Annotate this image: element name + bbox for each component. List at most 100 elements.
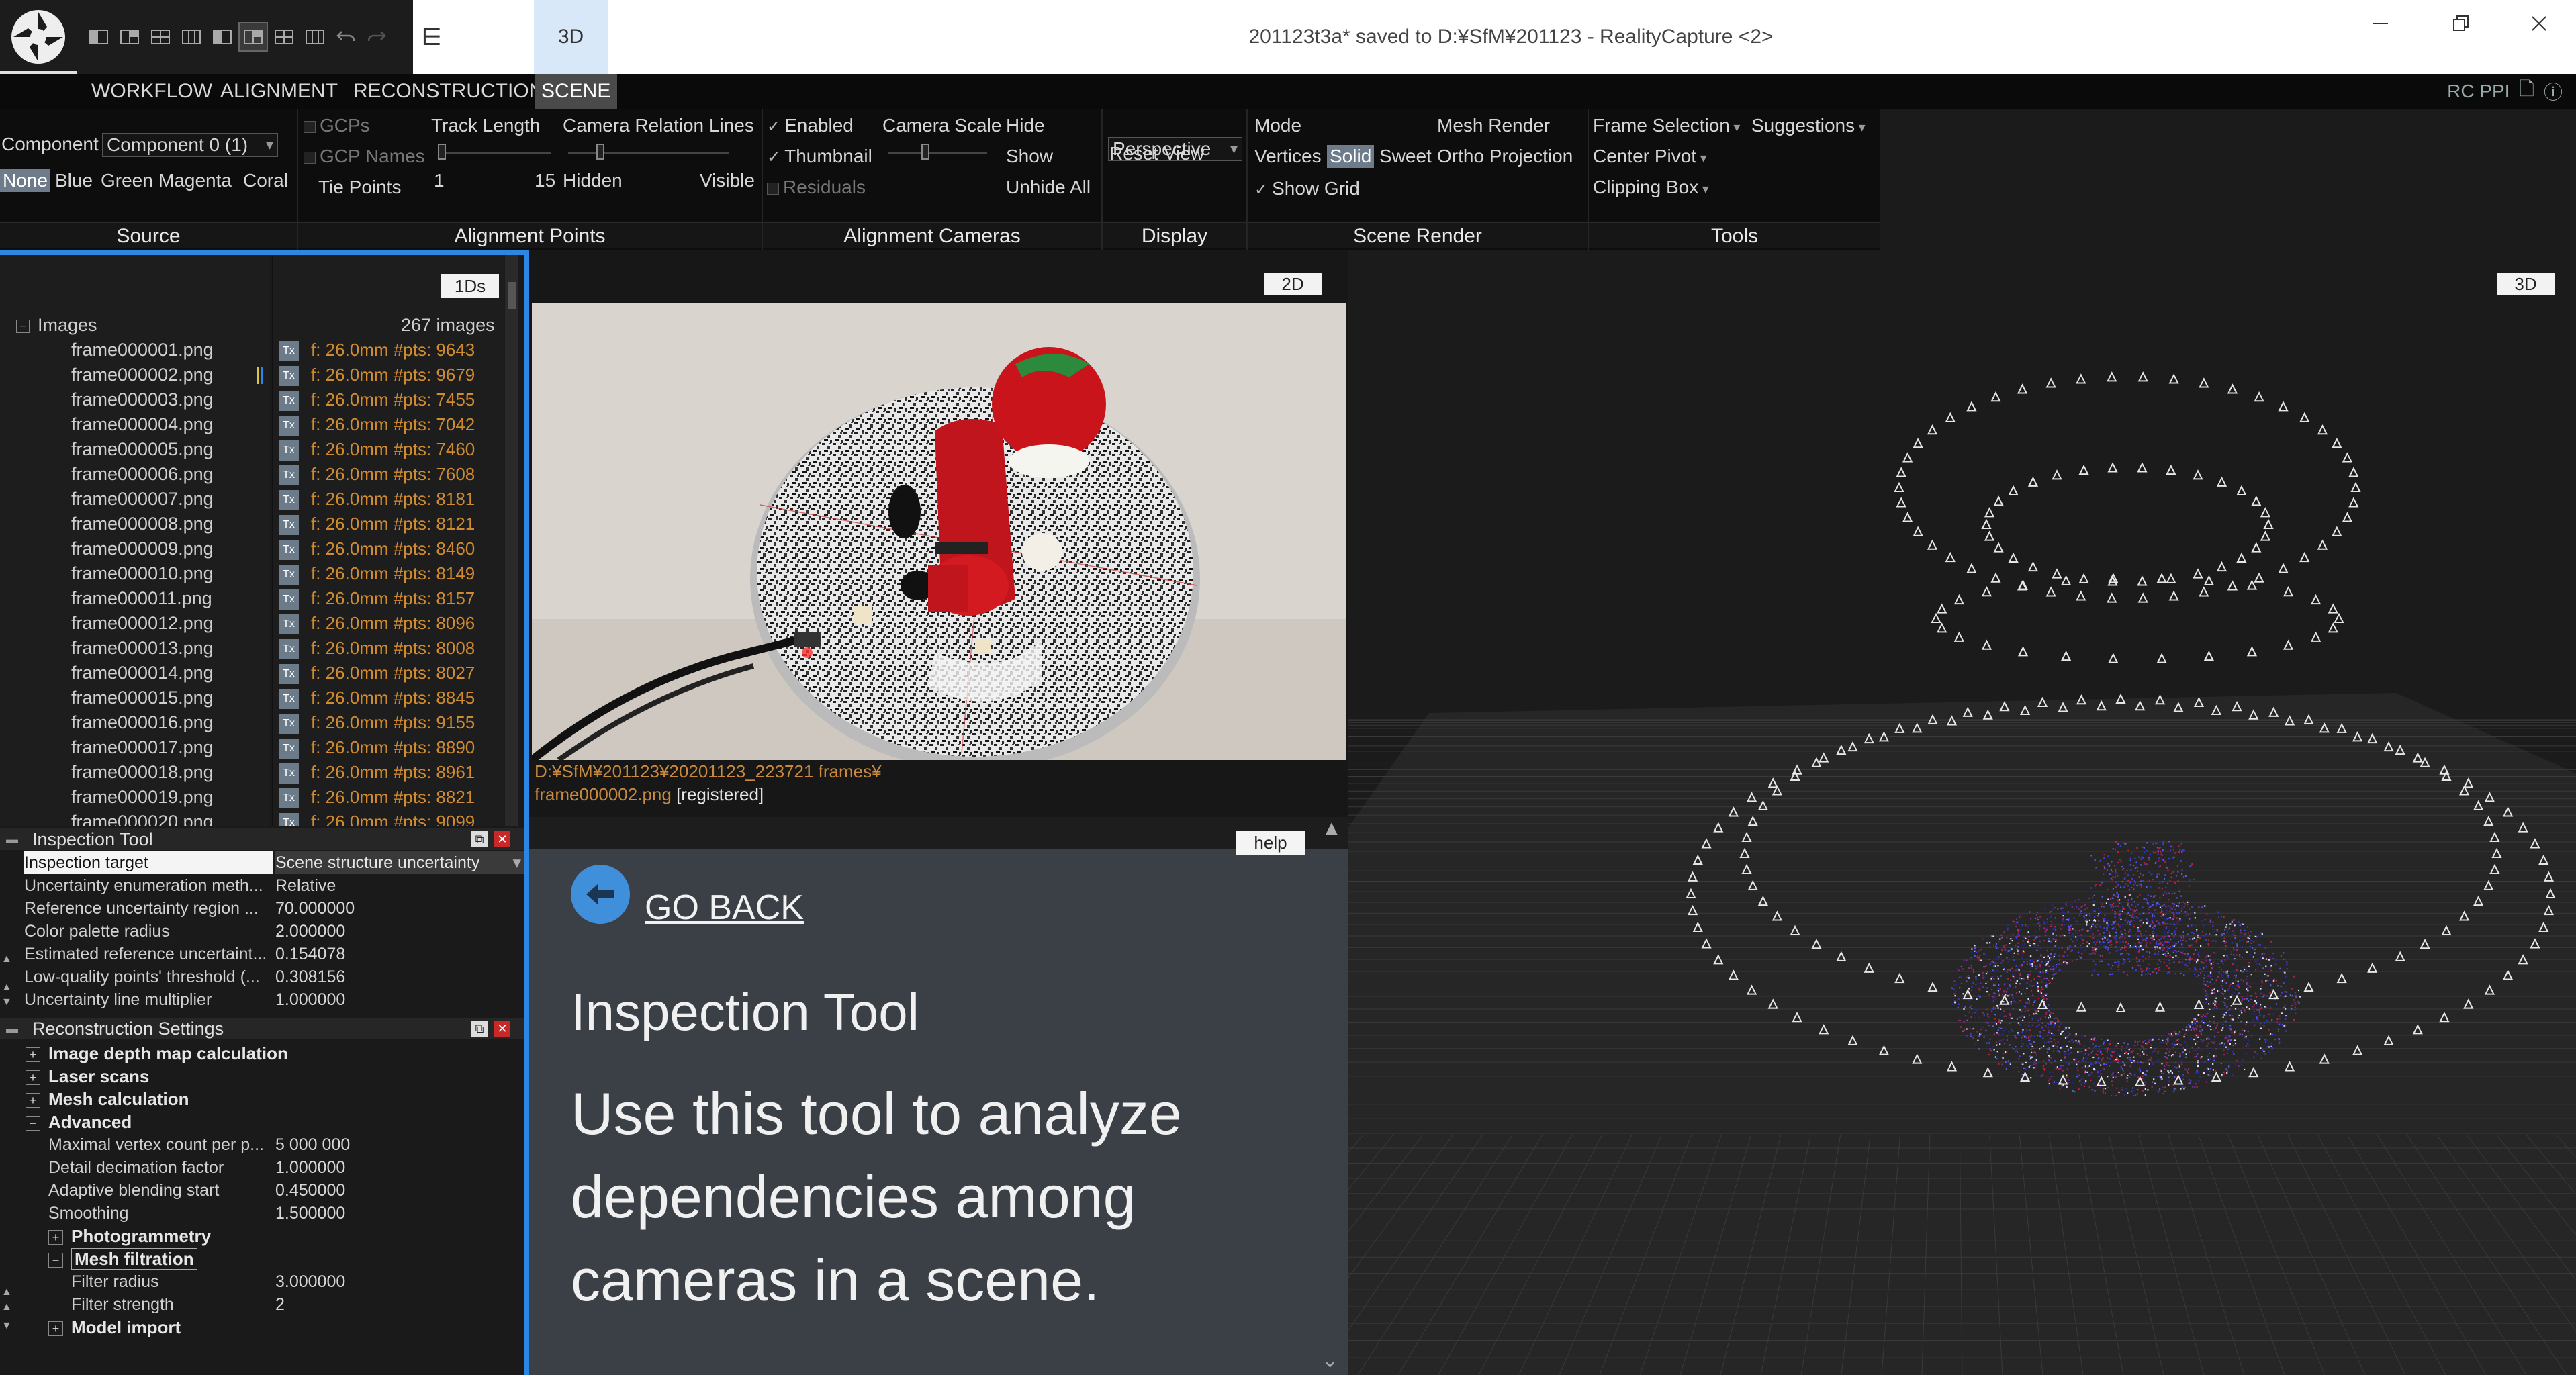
property-row[interactable]: Estimated reference uncertaint... 0.15407… [0,943,524,965]
rc-ppi-label[interactable]: RC PPI [2447,81,2510,102]
undock-icon[interactable]: ⧉ [471,1021,488,1037]
expand-icon[interactable]: + [48,1230,63,1245]
image-list-item[interactable]: frame000004.png [71,412,214,437]
scroll-down-icon[interactable]: ⌄ [1322,1349,1338,1372]
property-value[interactable]: 0.154078 [275,943,524,965]
redo-icon[interactable] [363,23,390,50]
app-logo[interactable] [0,0,77,74]
image-list-item[interactable]: frame000009.png [71,536,214,561]
color-coral-button[interactable]: Coral [243,169,288,192]
image-list-item[interactable]: frame000001.png [71,338,214,363]
property-value[interactable]: 3.000000 [275,1270,524,1293]
track-length-slider-knob[interactable] [438,144,446,160]
view-3d[interactable]: 3D [1348,250,2576,1375]
image-info-item[interactable]: Tx f: 26.0mm #pts: 9679 [273,363,475,387]
layout-3-icon[interactable] [147,23,174,50]
image-list-item[interactable]: frame000011.png [71,586,212,611]
property-value[interactable]: 0.450000 [275,1179,524,1202]
image-info-item[interactable]: Tx f: 26.0mm #pts: 8821 [273,785,475,810]
go-back-link[interactable]: GO BACK [571,861,804,928]
section-mesh-calculation[interactable]: + Mesh calculation [0,1088,524,1110]
collapse-icon[interactable]: − [48,1253,63,1268]
frame-selection-button[interactable]: Frame Selection [1593,114,1740,139]
image-list-item[interactable]: frame000008.png [71,512,214,536]
texture-icon[interactable]: Tx [279,366,299,387]
scroll-up-icon[interactable]: ▲ [1322,817,1342,840]
layout-1-icon[interactable] [85,23,112,50]
layout-2-icon[interactable] [116,23,143,50]
texture-icon[interactable]: Tx [279,391,299,412]
panel-menu-icon[interactable]: ▬ [4,1021,20,1037]
maximize-button[interactable] [2424,0,2498,47]
panel-menu-icon[interactable]: ▬ [4,831,20,847]
image-list-item[interactable]: frame000017.png [71,735,214,760]
property-row[interactable]: Maximal vertex count per p... 5 000 000 [0,1133,524,1156]
property-row[interactable]: Filter radius 3.000000 [0,1270,524,1293]
image-info-item[interactable]: Tx f: 26.0mm #pts: 8096 [273,611,475,636]
image-info-item[interactable]: Tx f: 26.0mm #pts: 8961 [273,760,475,785]
image-list-item[interactable]: frame000015.png [71,685,214,710]
minimize-button[interactable] [2344,0,2418,47]
property-value[interactable]: 1.000000 [275,1156,524,1179]
enabled-toggle[interactable]: ✓ Enabled [767,114,854,138]
section-photogrammetry[interactable]: + Photogrammetry [0,1225,524,1247]
image-info-item[interactable]: Tx f: 26.0mm #pts: 9099 [273,810,475,826]
image-info-item[interactable]: Tx f: 26.0mm #pts: 9643 [273,338,475,363]
undock-icon[interactable]: ⧉ [471,831,488,847]
tab-workflow[interactable]: WORKFLOW [85,74,219,109]
property-row[interactable]: Adaptive blending start 0.450000 [0,1179,524,1202]
texture-icon[interactable]: Tx [279,664,299,685]
ortho-projection-button[interactable]: Ortho Projection [1437,145,1573,168]
texture-icon[interactable]: Tx [279,739,299,759]
scene-3d-canvas[interactable] [1348,250,2576,1375]
property-value[interactable]: 70.000000 [275,897,524,920]
gcp-names-toggle[interactable]: GCP Names [304,145,425,168]
section-advanced[interactable]: − Advanced [0,1110,524,1133]
layout-menu[interactable]: ⋿ [413,0,534,74]
layout-8-icon[interactable] [302,23,328,50]
expand-icon[interactable]: + [48,1321,63,1337]
property-value[interactable]: 1.500000 [275,1202,524,1225]
close-button[interactable] [2502,0,2576,47]
texture-icon[interactable]: Tx [279,515,299,536]
reset-view-button[interactable]: Reset View [1109,142,1204,165]
view-1ds-button[interactable]: 1Ds [441,274,499,298]
texture-icon[interactable]: Tx [279,589,299,610]
expand-icon[interactable]: + [26,1093,40,1108]
check-icon[interactable]: ✓ [767,115,780,138]
image-list-item[interactable]: frame000006.png [71,462,214,487]
expand-icon[interactable]: + [26,1047,40,1063]
close-panel-icon[interactable]: ✕ [494,1021,510,1037]
image-info-item[interactable]: Tx f: 26.0mm #pts: 8157 [273,586,475,611]
track-length-slider[interactable] [438,152,551,154]
section-laser-scans[interactable]: + Laser scans [0,1065,524,1088]
document-icon[interactable]: 🗋 [2519,75,2534,107]
property-value[interactable]: 1.000000 [275,988,524,1011]
tab-scene[interactable]: SCENE [535,74,618,109]
texture-icon[interactable]: Tx [279,565,299,585]
image-list-item[interactable]: frame000005.png [71,437,214,462]
texture-icon[interactable]: Tx [279,639,299,660]
image-info-item[interactable]: Tx f: 26.0mm #pts: 7042 [273,412,475,437]
texture-icon[interactable]: Tx [279,416,299,436]
tab-alignment[interactable]: ALIGNMENT [214,74,344,109]
image-list-item[interactable]: frame000007.png [71,487,214,512]
scroll-mid-icon[interactable]: ▲ [1,1301,20,1313]
hide-button[interactable]: Hide [1006,114,1045,137]
image-info-item[interactable]: Tx f: 26.0mm #pts: 8008 [273,636,475,661]
texture-icon[interactable]: Tx [279,440,299,461]
view-2d-button[interactable]: 2D [1264,273,1322,295]
property-value[interactable]: 2.000000 [275,920,524,943]
camera-relation-slider[interactable] [568,152,729,154]
mesh-render-button[interactable]: Mesh Render [1437,114,1550,137]
image-info-item[interactable]: Tx f: 26.0mm #pts: 8460 [273,536,475,561]
thumbnail-toggle[interactable]: ✓ Thumbnail [767,145,872,169]
gcp-names-checkbox[interactable] [304,151,316,164]
dropdown-arrow-icon[interactable]: ▾ [512,851,521,874]
image-info-item[interactable]: Tx f: 26.0mm #pts: 7608 [273,462,475,487]
section-mesh-filtration[interactable]: − Mesh filtration [0,1247,524,1270]
property-value[interactable]: 5 000 000 [275,1133,524,1156]
image-list-item[interactable]: frame000013.png [71,636,214,661]
texture-icon[interactable]: Tx [279,465,299,486]
scroll-up-icon[interactable]: ▲ [1,953,20,965]
